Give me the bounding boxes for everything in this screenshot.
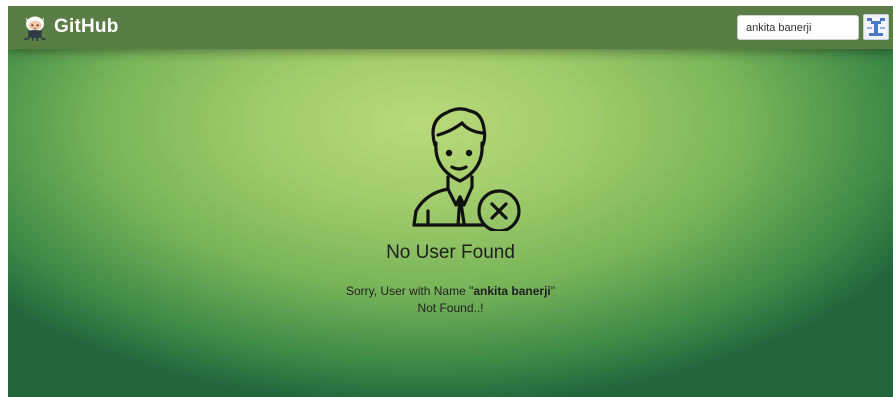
app-viewport: GitHub ankita banerji No User Found Sorr…	[8, 6, 893, 397]
empty-state: No User Found Sorry, User with Name "ank…	[8, 6, 893, 397]
searched-username: ankita banerji	[473, 284, 551, 298]
message-prefix: Sorry, User with Name "	[345, 284, 474, 298]
message-line-2: Not Found..!	[417, 301, 484, 315]
message-suffix: "	[550, 284, 556, 298]
user-not-found-icon	[412, 107, 521, 231]
no-user-found-heading: No User Found	[386, 242, 515, 263]
message-line-1: Sorry, User with Name "ankita banerji"	[8, 283, 893, 300]
not-found-message: Sorry, User with Name "ankita banerji" N…	[8, 283, 893, 317]
